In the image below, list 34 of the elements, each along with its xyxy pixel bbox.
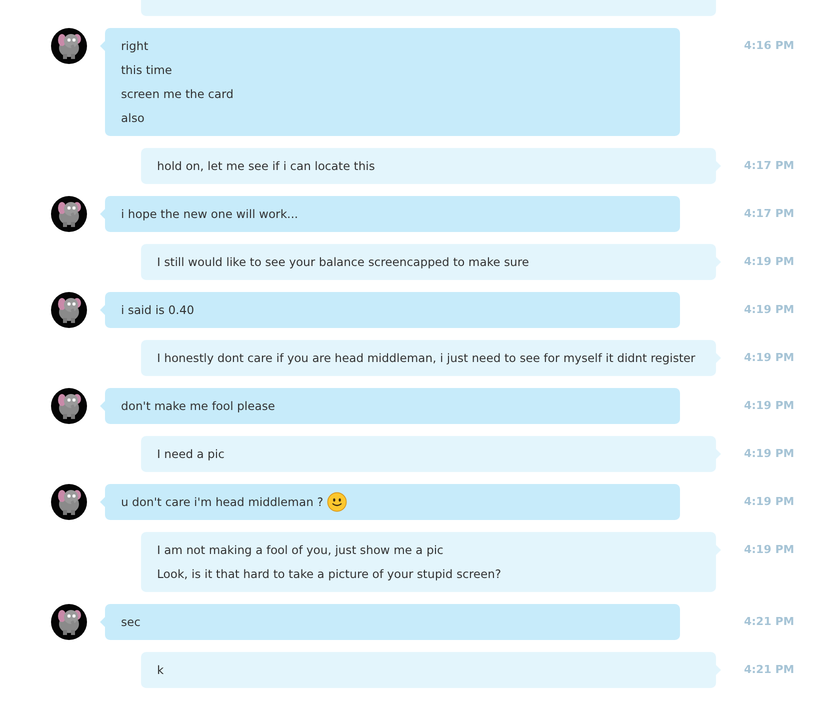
message-text: u don't care i'm head middleman ? xyxy=(121,494,324,511)
message-text: i hope the new one will work... xyxy=(121,206,298,223)
message-time: 4:17 PM xyxy=(744,207,794,220)
message-text: screen me the card xyxy=(121,86,234,103)
message-text: Look, is it that hard to take a picture of your stupid screen? xyxy=(157,567,502,581)
message-time: 4:19 PM xyxy=(744,399,794,412)
elephant-avatar-icon xyxy=(51,28,87,64)
message-text: right xyxy=(121,38,148,55)
elephant-avatar-icon xyxy=(51,292,87,328)
message-time: 4:16 PM xyxy=(744,39,794,52)
message-time: 4:19 PM xyxy=(744,495,794,508)
elephant-avatar-icon xyxy=(51,484,87,520)
message-time: 4:19 PM xyxy=(744,255,794,268)
message-text: also xyxy=(121,110,144,127)
message-time: 4:19 PM xyxy=(744,447,794,460)
message-text: I am not making a fool of you, just show me a pic xyxy=(157,543,444,557)
message-text: I still would like to see your balance screencapped to make sure xyxy=(157,255,529,269)
message-time: 4:21 PM xyxy=(744,663,794,676)
elephant-avatar-icon xyxy=(51,388,87,424)
message-time: 4:19 PM xyxy=(744,543,794,556)
message-text: hold on, let me see if i can locate this xyxy=(157,159,375,173)
message-text: sec xyxy=(121,614,141,631)
message-text: k xyxy=(157,663,164,677)
message-time: 4:19 PM xyxy=(744,303,794,316)
elephant-avatar-icon xyxy=(51,196,87,232)
elephant-avatar-icon xyxy=(51,604,87,640)
message-text: i said is 0.40 xyxy=(121,302,194,319)
message-text: this time xyxy=(121,62,172,79)
message-time: 4:17 PM xyxy=(744,159,794,172)
message-text: don't make me fool please xyxy=(121,398,276,415)
message-text: I honestly dont care if you are head middleman, i just need to see for myself it didnt register xyxy=(157,351,696,365)
message-time: 4:19 PM xyxy=(744,351,794,364)
message-time: 4:21 PM xyxy=(744,615,794,628)
message-text: I need a pic xyxy=(157,447,225,461)
